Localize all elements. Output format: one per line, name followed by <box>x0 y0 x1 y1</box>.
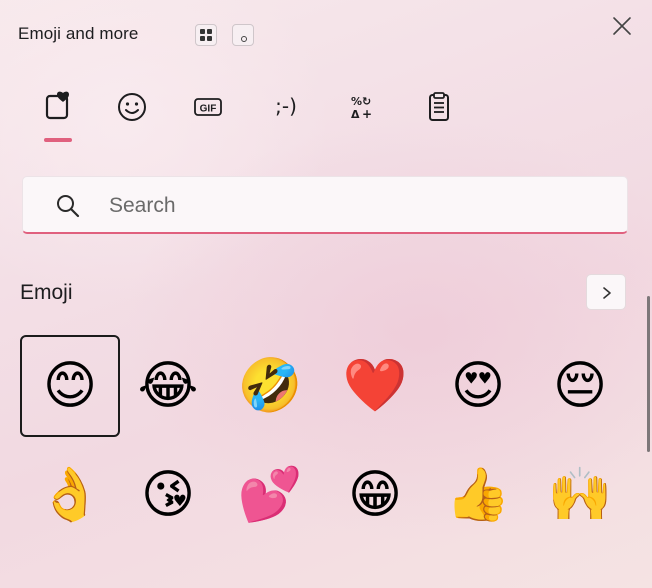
tab-clipboard[interactable] <box>418 88 458 128</box>
close-button[interactable] <box>608 12 636 40</box>
search-box[interactable] <box>22 176 628 234</box>
search-input[interactable] <box>107 187 611 225</box>
ok-hand-icon: 👌 <box>37 466 103 524</box>
dot-icon <box>241 36 247 42</box>
raising-hands-icon: 🙌 <box>547 466 613 524</box>
scrollbar[interactable] <box>647 296 650 452</box>
tab-symbols[interactable]: % ↻ Δ + <box>342 88 382 128</box>
tab-favorites[interactable] <box>38 88 78 128</box>
emoji-panel: Emoji and more GIF ;-) % ↻ Δ + Search Em… <box>0 0 652 588</box>
emoji-two-hearts[interactable]: 💕 <box>220 444 320 546</box>
emoji-thumbs-up[interactable]: 👍 <box>428 444 528 546</box>
emoji-red-heart[interactable]: ❤️ <box>325 335 425 437</box>
pensive-face-icon: 😔 <box>552 357 608 415</box>
face-blowing-a-kiss-icon: 😘 <box>140 466 196 524</box>
emoji-pensive-face[interactable]: 😔 <box>530 335 630 437</box>
rolling-on-the-floor-laughing-icon: 🤣 <box>237 357 303 415</box>
emoji-smiling-face-with-heart-eyes[interactable]: 😍 <box>428 335 528 437</box>
face-with-tears-of-joy-icon: 😂 <box>137 357 199 415</box>
heart-square-icon <box>45 91 69 120</box>
section-title: Emoji <box>20 281 73 304</box>
smiling-face-with-smiling-eyes-icon: 😊 <box>42 357 98 415</box>
search-icon <box>57 195 80 218</box>
kaomoji-icon: ;-) <box>275 94 297 118</box>
emoji-face-with-tears-of-joy[interactable]: 😂 <box>118 335 218 437</box>
symbols-icon: % ↻ Δ + <box>351 95 372 121</box>
svg-text:%: % <box>351 95 362 108</box>
tab-kaomoji[interactable]: ;-) <box>266 88 306 128</box>
svg-text:Δ: Δ <box>351 108 360 121</box>
smiley-icon <box>118 93 146 121</box>
svg-text:+: + <box>362 107 372 121</box>
emoji-smiling-face-with-smiling-eyes[interactable]: 😊 <box>20 335 120 437</box>
section-next-button[interactable] <box>586 274 626 310</box>
grid-icon <box>200 29 212 41</box>
clipboard-icon <box>429 92 449 121</box>
two-hearts-icon: 💕 <box>237 466 303 524</box>
grid-view-button[interactable] <box>195 24 217 46</box>
beaming-face-with-smiling-eyes-icon: 😁 <box>347 466 403 524</box>
tab-selected-indicator <box>44 138 72 142</box>
close-icon <box>613 17 631 35</box>
svg-text:GIF: GIF <box>200 104 217 115</box>
emoji-rolling-on-the-floor-laughing[interactable]: 🤣 <box>220 335 320 437</box>
red-heart-icon: ❤️ <box>342 357 408 415</box>
smiling-face-with-heart-eyes-icon: 😍 <box>450 357 506 415</box>
panel-title: Emoji and more <box>18 24 139 43</box>
chevron-right-icon <box>603 287 611 299</box>
emoji-ok-hand[interactable]: 👌 <box>20 444 120 546</box>
emoji-face-blowing-a-kiss[interactable]: 😘 <box>118 444 218 546</box>
punctuation-button[interactable] <box>232 24 254 46</box>
thumbs-up-icon: 👍 <box>445 466 511 524</box>
tab-emoji[interactable] <box>112 88 152 128</box>
gif-icon: GIF <box>194 98 222 116</box>
emoji-beaming-face-with-smiling-eyes[interactable]: 😁 <box>325 444 425 546</box>
emoji-raising-hands[interactable]: 🙌 <box>530 444 630 546</box>
tab-gif[interactable]: GIF <box>188 88 228 128</box>
